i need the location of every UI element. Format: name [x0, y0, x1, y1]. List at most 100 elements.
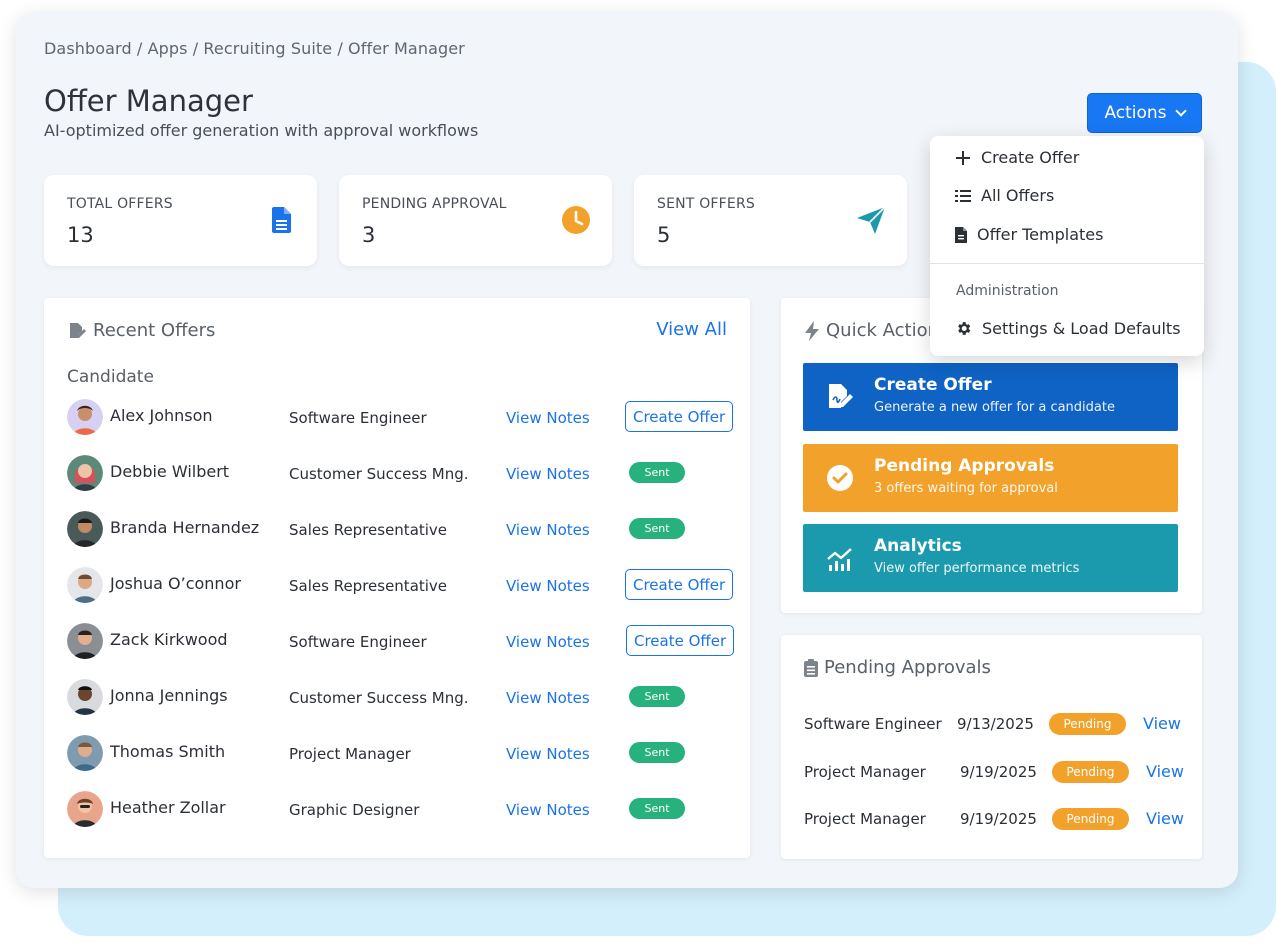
pending-badge: Pending — [1049, 713, 1126, 735]
quick-action-pending-approvals[interactable]: Pending Approvals 3 offers waiting for a… — [803, 444, 1178, 512]
candidate-name: Joshua O’connor — [110, 574, 241, 593]
view-approval-link[interactable]: View — [1146, 809, 1184, 828]
file-signature-icon — [70, 322, 86, 338]
view-notes-link[interactable]: View Notes — [506, 633, 590, 651]
candidate-name: Heather Zollar — [110, 798, 226, 817]
avatar — [67, 511, 103, 547]
avatar — [67, 735, 103, 771]
plus-icon — [956, 150, 970, 165]
stat-label: TOTAL OFFERS — [67, 196, 173, 212]
list-icon — [955, 189, 971, 202]
quick-action-subtitle: 3 offers waiting for approval — [874, 481, 1058, 496]
table-row: Zack Kirkwood Software Engineer View Not… — [67, 621, 737, 661]
create-offer-button[interactable]: Create Offer — [626, 625, 735, 656]
view-notes-link[interactable]: View Notes — [506, 689, 590, 707]
status-badge: Sent — [629, 462, 685, 483]
view-all-link[interactable]: View All — [656, 319, 727, 340]
status-badge: Sent — [629, 742, 685, 763]
menu-item-create-offer[interactable]: Create Offer — [955, 148, 1079, 167]
menu-item-label: Settings & Load Defaults — [982, 319, 1181, 338]
clipboard-icon — [804, 658, 818, 677]
stat-label: PENDING APPROVAL — [362, 196, 507, 212]
quick-action-subtitle: Generate a new offer for a candidate — [874, 400, 1115, 415]
page-subtitle: AI-optimized offer generation with appro… — [44, 121, 479, 140]
approval-date: 9/13/2025 — [957, 715, 1034, 733]
pending-approvals-title: Pending Approvals — [824, 657, 991, 678]
file-signature-icon — [829, 384, 853, 408]
stat-card-sent-offers: SENT OFFERS 5 — [634, 175, 907, 266]
avatar — [67, 679, 103, 715]
pending-badge: Pending — [1052, 761, 1129, 783]
candidate-role: Software Engineer — [289, 633, 427, 651]
menu-item-settings[interactable]: Settings & Load Defaults — [955, 319, 1181, 338]
status-badge: Sent — [629, 798, 685, 819]
stat-value: 5 — [657, 223, 671, 247]
candidate-name: Branda Hernandez — [110, 518, 260, 537]
view-notes-link[interactable]: View Notes — [506, 465, 590, 483]
gear-icon — [958, 322, 971, 335]
stat-value: 3 — [362, 223, 376, 247]
avatar — [67, 791, 103, 827]
avatar — [67, 623, 103, 659]
candidate-name: Zack Kirkwood — [110, 630, 228, 649]
view-notes-link[interactable]: View Notes — [506, 745, 590, 763]
quick-action-title: Pending Approvals — [874, 456, 1055, 476]
menu-item-all-offers[interactable]: All Offers — [955, 186, 1054, 205]
clock-icon — [562, 206, 590, 234]
pending-approvals-header: Pending Approvals — [804, 657, 991, 678]
view-notes-link[interactable]: View Notes — [506, 409, 590, 427]
quick-action-create-offer[interactable]: Create Offer Generate a new offer for a … — [803, 363, 1178, 431]
candidate-name: Debbie Wilbert — [110, 462, 230, 481]
quick-action-subtitle: View offer performance metrics — [874, 561, 1080, 576]
paper-plane-icon — [857, 206, 886, 234]
menu-group-label: Administration — [956, 283, 1059, 299]
candidate-role: Sales Representative — [289, 521, 448, 539]
file-icon — [955, 226, 967, 243]
stat-value: 13 — [67, 223, 94, 247]
create-offer-button[interactable]: Create Offer — [625, 569, 734, 600]
chevron-down-icon — [1174, 105, 1187, 117]
approval-role: Project Manager — [804, 763, 926, 781]
quick-action-analytics[interactable]: Analytics View offer performance metrics — [803, 524, 1178, 592]
avatar — [67, 455, 103, 491]
view-notes-link[interactable]: View Notes — [506, 801, 590, 819]
table-row: Jonna Jennings Customer Success Mng. Vie… — [67, 677, 737, 717]
table-row: Branda Hernandez Sales Representative Vi… — [67, 509, 737, 549]
menu-item-offer-templates[interactable]: Offer Templates — [955, 225, 1103, 244]
bolt-icon — [805, 320, 819, 341]
approval-role: Software Engineer — [804, 715, 942, 733]
column-header-candidate: Candidate — [67, 367, 154, 387]
quick-action-title: Analytics — [874, 536, 962, 556]
menu-divider — [930, 263, 1204, 264]
view-approval-link[interactable]: View — [1146, 762, 1184, 781]
view-notes-link[interactable]: View Notes — [506, 577, 590, 595]
table-row: Heather Zollar Graphic Designer View Not… — [67, 789, 737, 829]
quick-actions-header: Quick Actions — [804, 320, 948, 341]
candidate-role: Graphic Designer — [289, 801, 420, 819]
view-notes-link[interactable]: View Notes — [506, 521, 590, 539]
menu-item-label: All Offers — [981, 186, 1055, 205]
page-title: Offer Manager — [44, 84, 253, 118]
view-approval-link[interactable]: View — [1143, 714, 1181, 733]
approval-row: Project Manager 9/19/2025 Pending View — [804, 759, 1184, 785]
table-row: Debbie Wilbert Customer Success Mng. Vie… — [67, 453, 737, 493]
actions-button[interactable]: Actions — [1087, 93, 1202, 133]
candidate-name: Jonna Jennings — [110, 686, 228, 705]
candidate-role: Software Engineer — [289, 409, 427, 427]
recent-offers-card: Recent Offers View All Candidate Alex Jo… — [44, 298, 750, 858]
candidate-role: Sales Representative — [289, 577, 448, 595]
check-circle-icon — [827, 465, 853, 491]
approval-row: Project Manager 9/19/2025 Pending View — [804, 806, 1184, 832]
recent-offers-header: Recent Offers — [67, 320, 215, 341]
candidate-role: Customer Success Mng. — [289, 689, 469, 707]
table-row: Thomas Smith Project Manager View Notes … — [67, 733, 737, 773]
document-icon — [272, 207, 291, 233]
actions-label: Actions — [1104, 103, 1167, 123]
candidate-name: Thomas Smith — [110, 742, 226, 761]
table-row: Alex Johnson Software Engineer View Note… — [67, 397, 737, 437]
breadcrumb[interactable]: Dashboard / Apps / Recruiting Suite / Of… — [44, 39, 465, 58]
avatar — [67, 399, 103, 435]
stat-card-pending-approval: PENDING APPROVAL 3 — [339, 175, 612, 266]
create-offer-button[interactable]: Create Offer — [625, 401, 734, 432]
candidate-role: Customer Success Mng. — [289, 465, 469, 483]
